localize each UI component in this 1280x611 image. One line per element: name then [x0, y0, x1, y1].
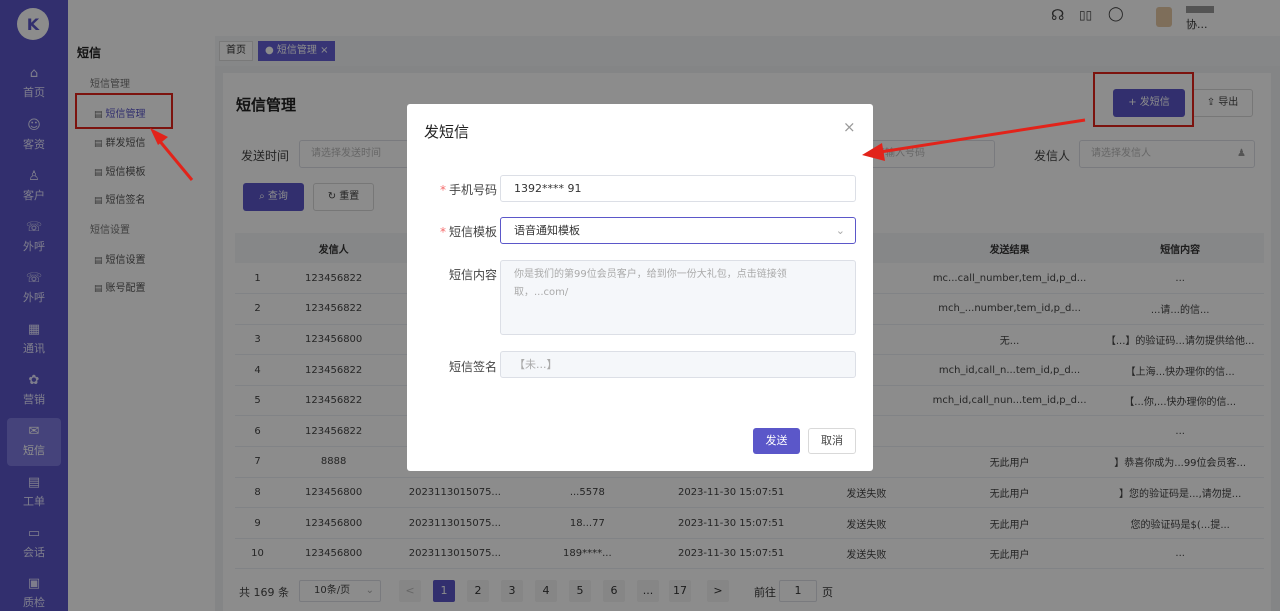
arrow-head-right [862, 143, 885, 161]
arrow-head-left [150, 128, 168, 145]
annotation-arrows [150, 118, 1086, 181]
